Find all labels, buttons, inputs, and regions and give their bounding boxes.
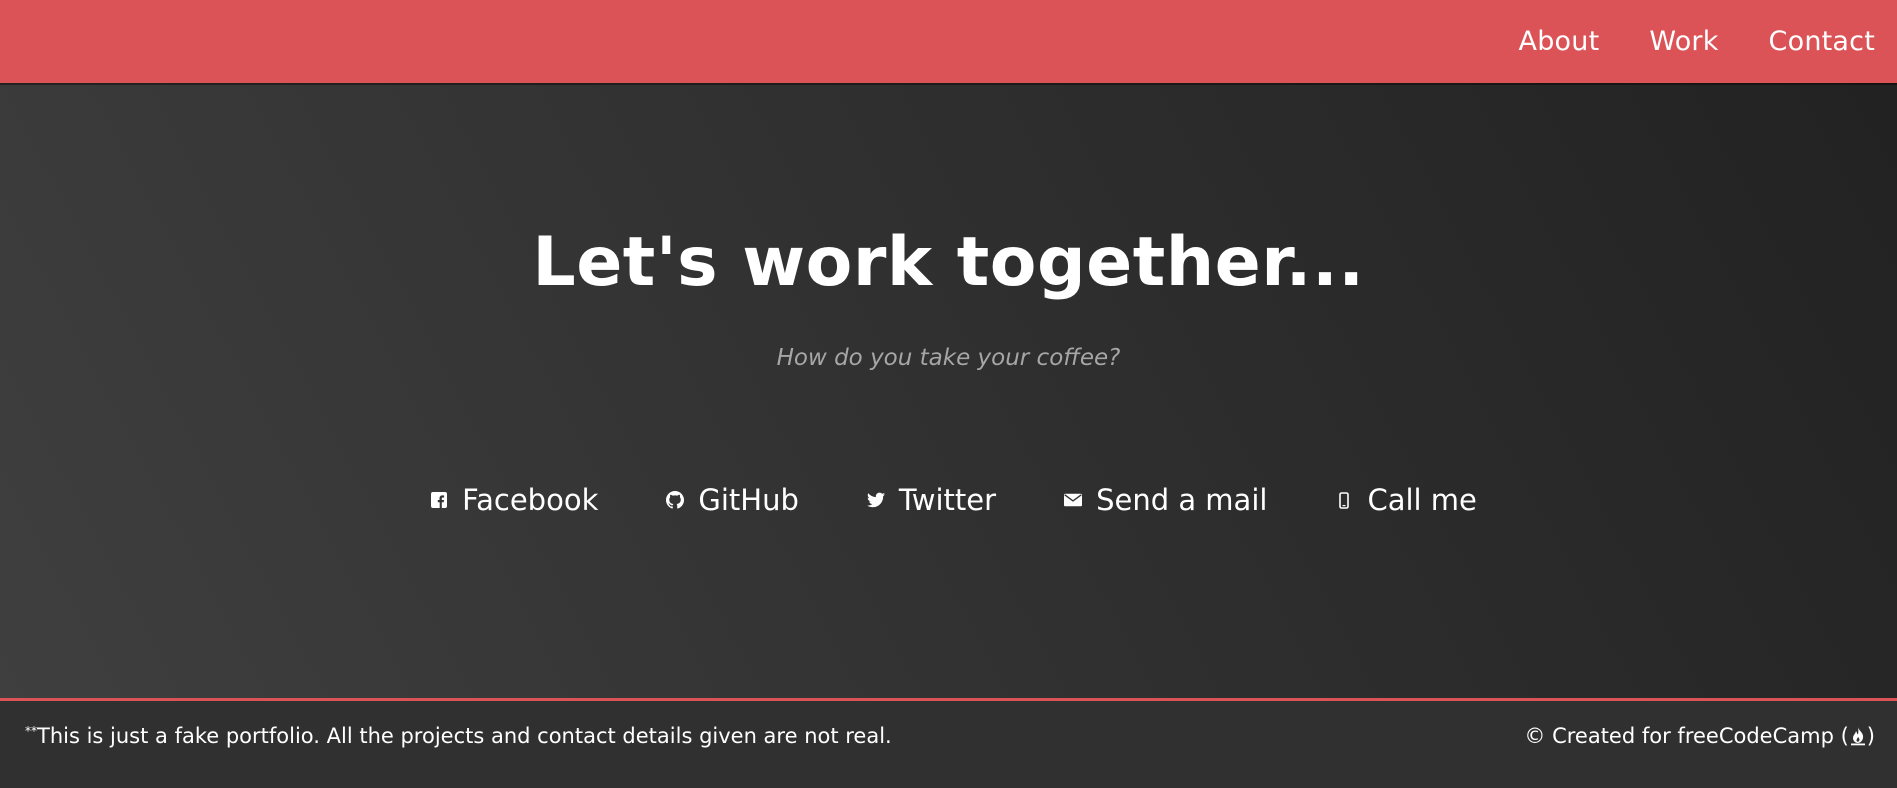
envelope-icon	[1064, 491, 1083, 509]
disclaimer: **This is just a fake portfolio. All the…	[25, 724, 892, 748]
facebook-label: Facebook	[462, 483, 599, 517]
footer: **This is just a fake portfolio. All the…	[0, 698, 1897, 788]
nav-item-work: Work	[1649, 26, 1718, 57]
freecodecamp-link[interactable]: freeCodeCamp ()	[1677, 724, 1875, 748]
call-me-label: Call me	[1367, 483, 1477, 517]
disclaimer-mark: **	[25, 724, 37, 738]
send-mail-link[interactable]: Send a mail	[1054, 483, 1267, 517]
facebook-link[interactable]: Facebook	[420, 483, 598, 517]
mobile-phone-icon	[1335, 491, 1353, 509]
nav-link-about[interactable]: About	[1519, 26, 1600, 57]
contact-subline: How do you take your coffee?	[776, 345, 1121, 371]
contact-section: Let's work together... How do you take y…	[0, 83, 1897, 698]
contact-links: Facebook GitHub Twitter Send a mail Call…	[0, 483, 1897, 517]
twitter-icon	[866, 491, 885, 509]
send-mail-label: Send a mail	[1096, 483, 1268, 517]
contact-headline: Let's work together...	[532, 223, 1365, 302]
nav-list: About Work Contact	[1519, 0, 1875, 83]
nav-item-about: About	[1519, 26, 1600, 57]
github-label: GitHub	[698, 483, 799, 517]
github-icon	[666, 491, 685, 509]
github-link[interactable]: GitHub	[656, 483, 799, 517]
twitter-label: Twitter	[898, 483, 997, 517]
freecodecamp-label: freeCodeCamp	[1677, 724, 1834, 748]
twitter-link[interactable]: Twitter	[857, 483, 996, 517]
nav-link-work[interactable]: Work	[1649, 26, 1718, 57]
freecodecamp-fire-icon	[1849, 726, 1867, 751]
disclaimer-text: This is just a fake portfolio. All the p…	[37, 724, 892, 748]
call-me-link[interactable]: Call me	[1325, 483, 1477, 517]
nav-item-contact: Contact	[1769, 26, 1875, 57]
navbar: About Work Contact	[0, 0, 1897, 83]
facebook-icon	[430, 491, 448, 509]
credit: © Created for freeCodeCamp ()	[1524, 724, 1875, 751]
credit-prefix: © Created for	[1524, 724, 1671, 748]
nav-link-contact[interactable]: Contact	[1769, 26, 1875, 57]
